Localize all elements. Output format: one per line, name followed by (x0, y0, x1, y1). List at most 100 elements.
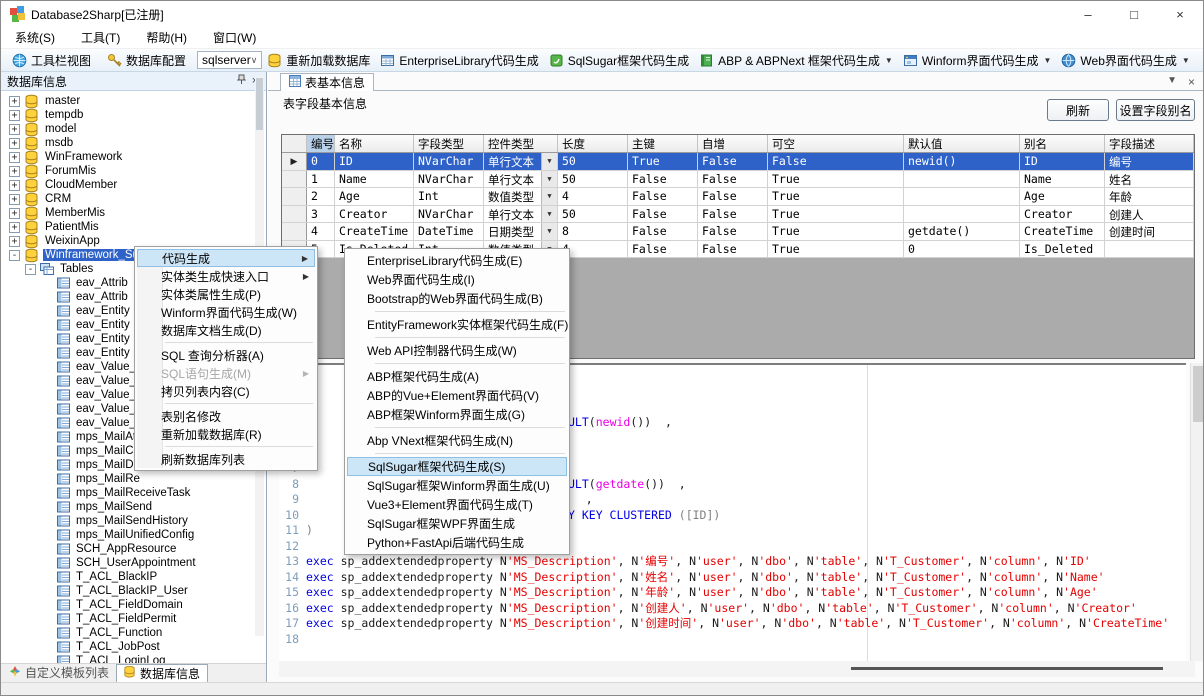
minimize-button[interactable]: – (1065, 1, 1111, 27)
expand-icon[interactable]: + (9, 222, 20, 233)
submenu-item-Web API控制器代码生成(W)[interactable]: Web API控制器代码生成(W) (347, 341, 567, 360)
expand-icon[interactable]: + (9, 138, 20, 149)
menu-窗口(W)[interactable]: 窗口(W) (213, 29, 256, 46)
grid-row-2[interactable]: 2AgeInt数值类型▼4FalseFalseTrueAge年龄 (282, 188, 1194, 206)
context-menu-item-代码生成[interactable]: 代码生成▶ (137, 249, 315, 267)
menu-帮助(H)[interactable]: 帮助(H) (146, 29, 187, 46)
grid-cell[interactable]: getdate() (904, 223, 1020, 240)
column-header-编号[interactable]: 编号 (307, 135, 335, 152)
grid-cell[interactable]: False (628, 241, 698, 258)
grid-cell[interactable]: 0 (904, 241, 1020, 258)
tree-item[interactable]: mps_MailRe (1, 472, 142, 486)
grid-cell[interactable]: 2 (307, 188, 335, 205)
bottom-tab-自定义模板列表[interactable]: 自定义模板列表 (3, 664, 116, 682)
tree-item[interactable]: +CloudMember (1, 178, 119, 192)
context-menu-item-数据库文档生成(D)[interactable]: 数据库文档生成(D) (137, 321, 315, 339)
chevron-down-icon[interactable]: ▼ (1044, 56, 1052, 65)
submenu-item-Bootstrap的Web界面代码生成(B)[interactable]: Bootstrap的Web界面代码生成(B) (347, 289, 567, 308)
grid-cell[interactable]: False (698, 188, 768, 205)
grid-cell[interactable]: newid() (904, 153, 1020, 170)
chevron-down-icon[interactable]: ∨ (251, 55, 258, 66)
grid-cell[interactable]: True (768, 223, 904, 240)
grid-cell[interactable]: NVarChar (414, 206, 484, 223)
grid-cell[interactable]: 0 (307, 153, 335, 170)
tree-item[interactable]: +CRM (1, 192, 73, 206)
context-menu-item-拷贝列表内容(C)[interactable]: 拷贝列表内容(C) (137, 382, 315, 400)
grid-cell[interactable]: NVarChar (414, 153, 484, 170)
tree-item[interactable]: -Winframework_Sug (1, 248, 147, 262)
menu-系统(S)[interactable]: 系统(S) (15, 29, 55, 46)
grid-cell[interactable]: False (698, 223, 768, 240)
cell-control-type[interactable]: 单行文本▼ (484, 206, 558, 223)
column-header-主键[interactable]: 主键 (628, 135, 698, 152)
grid-cell[interactable] (904, 188, 1020, 205)
toolbar-button-ABP & ABPNext 框架代码生成[interactable]: ABP & ABPNext 框架代码生成▼ (694, 50, 898, 71)
expand-icon[interactable]: + (9, 208, 20, 219)
submenu-item-Python+FastApi后端代码生成[interactable]: Python+FastApi后端代码生成 (347, 533, 567, 552)
column-header-名称[interactable]: 名称 (335, 135, 414, 152)
close-button[interactable]: × (1157, 1, 1203, 27)
grid-cell[interactable]: 50 (558, 153, 628, 170)
chevron-down-icon[interactable]: ▼ (1167, 75, 1177, 86)
grid-cell[interactable]: False (628, 223, 698, 240)
grid-cell[interactable]: Name (1020, 171, 1105, 188)
grid-cell[interactable]: True (768, 188, 904, 205)
tree-item[interactable]: T_ACL_JobPost (1, 640, 162, 654)
tree-item[interactable]: +model (1, 122, 78, 136)
toolbar-button-数据库配置[interactable]: 数据库配置 (102, 50, 191, 71)
grid-cell[interactable]: True (768, 241, 904, 258)
tree-item[interactable]: +master (1, 94, 82, 108)
tree-item[interactable]: T_ACL_BlackIP_User (1, 584, 190, 598)
grid-cell[interactable]: 1 (307, 171, 335, 188)
close-icon[interactable]: × (1188, 75, 1195, 89)
grid-cell[interactable]: 创建时间 (1105, 223, 1194, 240)
column-header-别名[interactable]: 别名 (1020, 135, 1105, 152)
tree-item[interactable]: eav_Value_ (1, 416, 138, 430)
grid-cell[interactable]: 编号 (1105, 153, 1194, 170)
grid-cell[interactable]: Age (335, 188, 414, 205)
submenu-item-ABP的Vue+Element界面代码(V)[interactable]: ABP的Vue+Element界面代码(V) (347, 386, 567, 405)
grid-cell[interactable]: 50 (558, 171, 628, 188)
row-selector[interactable] (282, 223, 307, 240)
tree-item[interactable]: eav_Entity (1, 304, 132, 318)
grid-cell[interactable]: 8 (558, 223, 628, 240)
grid-row-3[interactable]: 3CreatorNVarChar单行文本▼50FalseFalseTrueCre… (282, 206, 1194, 224)
grid-cell[interactable]: 3 (307, 206, 335, 223)
cell-control-type[interactable]: 单行文本▼ (484, 153, 558, 170)
grid-cell[interactable] (904, 206, 1020, 223)
expand-icon[interactable]: + (9, 124, 20, 135)
grid-cell[interactable]: ID (1020, 153, 1105, 170)
tree-item[interactable]: SCH_AppResource (1, 542, 178, 556)
expand-icon[interactable]: + (9, 96, 20, 107)
submenu-item-Abp VNext框架代码生成(N)[interactable]: Abp VNext框架代码生成(N) (347, 431, 567, 450)
grid-cell[interactable]: False (628, 171, 698, 188)
grid-cell[interactable]: False (698, 153, 768, 170)
tree-item[interactable]: eav_Value_ (1, 360, 138, 374)
combo-dropdown-icon[interactable]: ▼ (541, 206, 557, 223)
tree-item[interactable]: mps_MailSendHistory (1, 514, 190, 528)
submenu-item-EntityFramework实体框架代码生成(F)[interactable]: EntityFramework实体框架代码生成(F) (347, 315, 567, 334)
row-selector[interactable]: ▶ (282, 153, 307, 170)
cell-control-type[interactable]: 单行文本▼ (484, 171, 558, 188)
grid-cell[interactable]: False (628, 188, 698, 205)
menu-工具(T)[interactable]: 工具(T) (81, 29, 120, 46)
grid-cell[interactable]: False (628, 206, 698, 223)
grid-row-4[interactable]: 4CreateTimeDateTime日期类型▼8FalseFalseTrueg… (282, 223, 1194, 241)
tree-item[interactable]: mps_MailReceiveTask (1, 486, 192, 500)
submenu-item-SqlSugar框架Winform界面生成(U)[interactable]: SqlSugar框架Winform界面生成(U) (347, 476, 567, 495)
tree-item[interactable]: eav_Attrib (1, 276, 130, 290)
grid-cell[interactable]: 姓名 (1105, 171, 1194, 188)
toolbar-button-重新加载数据库[interactable]: 重新加载数据库 (262, 50, 375, 71)
submenu-item-Web界面代码生成(I)[interactable]: Web界面代码生成(I) (347, 270, 567, 289)
tree-item[interactable]: eav_Value_ (1, 388, 138, 402)
submenu-item-SqlSugar框架代码生成(S)[interactable]: SqlSugar框架代码生成(S) (347, 457, 567, 476)
toolbar-button-工具栏视图[interactable]: 工具栏视图 (7, 50, 96, 71)
context-menu-item-实体类生成快速入口[interactable]: 实体类生成快速入口▶ (137, 267, 315, 285)
grid-cell[interactable]: 4 (558, 188, 628, 205)
grid-cell[interactable]: Int (414, 188, 484, 205)
column-header-字段描述[interactable]: 字段描述 (1105, 135, 1194, 152)
tree-item[interactable]: eav_Value_ (1, 402, 138, 416)
grid-cell[interactable]: 50 (558, 206, 628, 223)
tree-item[interactable]: SCH_UserAppointment (1, 556, 198, 570)
editor-horizontal-scrollbar[interactable] (279, 661, 1195, 677)
